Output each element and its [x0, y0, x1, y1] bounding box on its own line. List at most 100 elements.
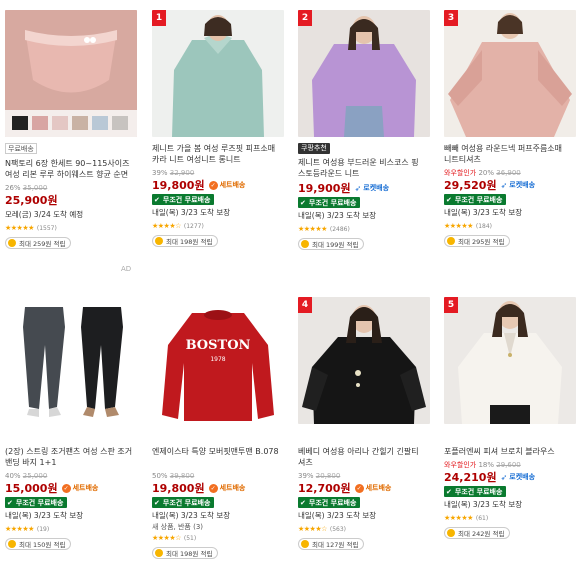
delivery-info: 내일(목) 3/23 도착 보장	[444, 207, 576, 218]
set-delivery-icon: ✓	[61, 484, 71, 493]
product-image[interactable]	[5, 297, 137, 424]
product-name[interactable]: 제니트 여성용 부드러운 비스코스 핑 스토등라운드 니트	[298, 157, 430, 179]
delivery-text: 내일(목) 3/23 도착 보장	[152, 208, 231, 217]
set-delivery-icon: ✓	[354, 484, 364, 493]
product-image[interactable]: 5	[444, 297, 576, 424]
discount-rate: 20%	[478, 169, 494, 177]
original-price: 29,600	[496, 461, 521, 469]
coin-icon	[155, 549, 163, 557]
star-rating-icon: ★★★★★	[5, 224, 34, 232]
cashback-badge: 최대 198원 적립	[152, 547, 219, 559]
product-name[interactable]: N팩토리 6장 한세트 90~115사이즈 여성 리본 루루 하이웨스트 향균 …	[5, 158, 137, 180]
sale-price: 15,000원 ✓ 세트배송	[5, 482, 137, 495]
rank-badge: 1	[152, 10, 166, 26]
review-count: (51)	[183, 534, 197, 542]
free-shipping-badge: ✔ 무조건 무료배송	[444, 194, 507, 205]
rocket-icon: ➶	[354, 184, 362, 193]
product-image[interactable]: 2	[298, 10, 430, 137]
cashback-text: 최대 242원 적립	[458, 530, 505, 538]
new-or-returned-info[interactable]: 새 상품, 반품 (3)	[152, 522, 284, 532]
rank-badge: 3	[444, 10, 458, 26]
discount-rate: 40%	[5, 472, 21, 480]
product-name[interactable]: 포플러엔씨 피셔 브로치 블라우스	[444, 446, 576, 457]
product-card[interactable]: 1 제니트 가을 봄 여성 루즈핏 피프소매 카라 니트 여성니트 롱니트 39…	[152, 10, 284, 288]
product-name[interactable]: 베베디 여성용 아리나 간힐기 긴팔티 셔츠	[298, 446, 430, 468]
product-card[interactable]: BOSTON 1978 엔제이스타 특양 모버핏맨투맨 B.078 50% 39…	[152, 297, 284, 565]
check-icon: ✔	[300, 198, 306, 207]
sale-price-value: 25,900원	[5, 194, 58, 207]
free-shipping-label: 무조건 무료배송	[15, 498, 64, 507]
free-shipping-badge: ✔ 무조건 무료배송	[298, 197, 361, 208]
product-name[interactable]: 제니트 가을 봄 여성 루즈핏 피프소매 카라 니트 여성니트 롱니트	[152, 143, 284, 165]
star-rating-icon: ★★★★☆	[152, 222, 181, 230]
cashback-badge: 최대 150원 적립	[5, 538, 72, 550]
rank-badge: 4	[298, 297, 312, 313]
cashback-text: 최대 127원 적립	[312, 541, 359, 549]
product-image[interactable]	[5, 10, 137, 137]
review-count: (1557)	[36, 224, 57, 232]
sweatshirt-print: BOSTON	[186, 338, 251, 353]
coin-icon	[301, 540, 309, 548]
product-image[interactable]: 3	[444, 10, 576, 137]
original-price-line: 와우할인가 18% 29,600	[444, 460, 576, 470]
rocket-delivery-label: 로켓배송	[363, 184, 390, 192]
sale-price: 19,800원 ✓ 세트배송	[152, 179, 284, 192]
rocket-icon: ➶	[500, 181, 508, 190]
check-icon: ✔	[154, 498, 160, 507]
original-price-line: 39% 20,800	[298, 471, 430, 481]
cashback-text: 최대 150원 적립	[19, 541, 66, 549]
delivery-info: 내일(목) 3/23 도착 보장	[444, 499, 576, 510]
set-delivery-label: 세트배송	[72, 484, 99, 492]
delivery-text: 내일(목) 3/23 도착 보장	[444, 208, 523, 217]
wow-discount-label: 와우할인가	[444, 461, 477, 469]
product-name[interactable]: 엔제이스타 특양 모버핏맨투맨 B.078	[152, 446, 284, 468]
set-delivery-icon: ✓	[208, 181, 218, 190]
sale-price: 29,520원 ➶ 로켓배송	[444, 179, 576, 192]
check-icon: ✔	[7, 498, 13, 507]
delivery-text: 내일(목) 3/23 도착 보장	[5, 511, 84, 520]
product-name[interactable]: 빼빼 여성용 라운드넥 퍼프주름소매 니트티셔츠	[444, 143, 576, 165]
rating: ★★★★☆ (563)	[298, 524, 430, 534]
check-icon: ✔	[300, 498, 306, 507]
rating: ★★★★★ (1557)	[5, 223, 137, 233]
delivery-info: 내일(목) 3/23 도착 보장	[298, 210, 430, 221]
product-name[interactable]: (2장) 스트링 조거팬츠 여성 스판 조거 밴딩 바지 1+1	[5, 446, 137, 468]
product-image[interactable]: 1	[152, 10, 284, 137]
review-count: (184)	[475, 222, 493, 230]
rating: ★★★★★ (2486)	[298, 224, 430, 234]
sale-price: 25,900원	[5, 194, 137, 207]
product-card[interactable]: 무료배송 N팩토리 6장 한세트 90~115사이즈 여성 리본 루루 하이웨스…	[5, 10, 137, 288]
product-image[interactable]: 4	[298, 297, 430, 424]
sweatshirt-print-year: 1978	[210, 356, 225, 363]
product-image[interactable]: BOSTON 1978	[152, 297, 284, 424]
free-shipping-label: 무조건 무료배송	[162, 498, 211, 507]
sale-price-value: 19,800원	[152, 482, 205, 495]
free-shipping-tag: 무료배송	[5, 143, 37, 154]
product-grid: 무료배송 N팩토리 6장 한세트 90~115사이즈 여성 리본 루루 하이웨스…	[0, 0, 586, 565]
product-card[interactable]: 5 포플러엔씨 피셔 브로치 블라우스 와우할인가 18% 29,600 24,…	[444, 297, 576, 565]
cashback-text: 최대 199원 적립	[312, 241, 359, 249]
free-shipping-badge: ✔ 무조건 무료배송	[298, 497, 361, 508]
review-count: (1277)	[183, 222, 204, 230]
wow-discount-label: 와우할인가	[444, 169, 477, 177]
delivery-info: 내일(목) 3/23 도착 보장	[152, 510, 284, 521]
coin-icon	[8, 540, 16, 548]
free-shipping-label: 무조건 무료배송	[308, 498, 357, 507]
original-price-line: 40% 25,000	[5, 471, 137, 481]
delivery-text: 내일(목) 3/23 도착 보장	[444, 500, 523, 509]
delivery-text: 모레(금) 3/24 도착 예정	[5, 210, 84, 219]
original-price: 25,000	[22, 472, 48, 480]
product-card[interactable]: 3 빼빼 여성용 라운드넥 퍼프주름소매 니트티셔츠 와우할인가 20% 36,…	[444, 10, 576, 288]
set-delivery-badge: ✓ 세트배송	[354, 482, 391, 495]
product-card[interactable]: (2장) 스트링 조거팬츠 여성 스판 조거 밴딩 바지 1+1 40% 25,…	[5, 297, 137, 565]
sale-price: 24,210원 ➶ 로켓배송	[444, 471, 576, 484]
rocket-delivery-label: 로켓배송	[509, 473, 536, 481]
cashback-badge: 최대 198원 적립	[152, 235, 219, 247]
rocket-delivery-badge: ➶ 로켓배송	[501, 179, 535, 192]
sale-price-value: 15,000원	[5, 482, 58, 495]
product-card[interactable]: 4 베베디 여성용 아리나 간힐기 긴팔티 셔츠 39% 20,800 12,7…	[298, 297, 430, 565]
product-card[interactable]: 2 쿠팡추천 제니트 여성용 부드러운 비스코스 핑 스토등라운드 니트 19,…	[298, 10, 430, 288]
review-count: (61)	[475, 514, 489, 522]
free-shipping-badge: ✔ 무조건 무료배송	[152, 194, 215, 205]
discount-rate: 18%	[478, 461, 494, 469]
